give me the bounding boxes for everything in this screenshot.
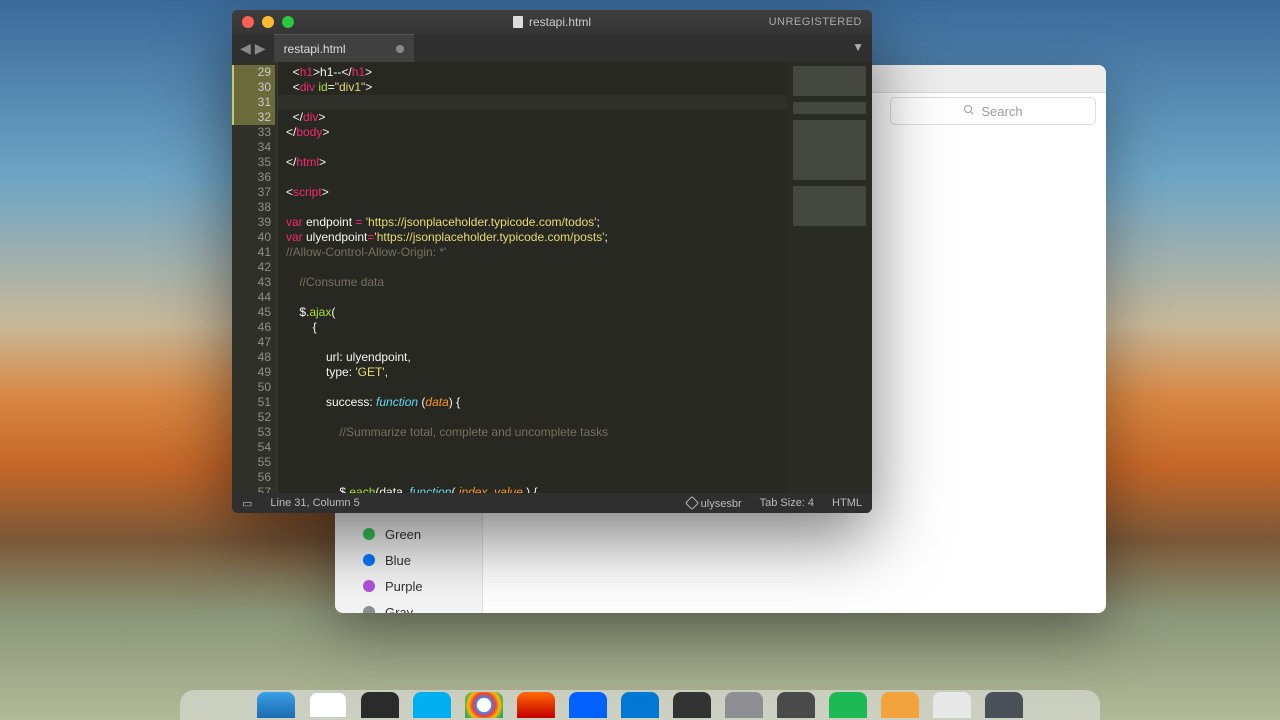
swatch-icon: [363, 580, 375, 592]
unregistered-label: UNREGISTERED: [769, 16, 862, 28]
code-content[interactable]: <h1>h1--</h1> <div id="div1"> </div></bo…: [278, 62, 787, 493]
line-gutter: 2930313233343536373839404142434445464748…: [232, 62, 278, 493]
dock-terminal-icon[interactable]: [361, 692, 399, 718]
dock-app2-icon[interactable]: [621, 692, 659, 718]
maximize-icon[interactable]: [282, 16, 294, 28]
status-branch[interactable]: ulysesbr: [687, 497, 742, 510]
nav-forward-icon[interactable]: ▶: [255, 40, 266, 57]
minimap-region: [793, 186, 866, 226]
sublime-titlebar[interactable]: restapi.html UNREGISTERED: [232, 10, 872, 34]
dock-spotify-icon[interactable]: [829, 692, 867, 718]
dock-trash-icon[interactable]: [985, 692, 1023, 718]
status-position[interactable]: Line 31, Column 5: [270, 497, 359, 509]
tag-label: Green: [385, 527, 421, 542]
dock-finder-icon[interactable]: [257, 692, 295, 718]
status-tabsize[interactable]: Tab Size: 4: [760, 497, 814, 509]
tag-gray[interactable]: Gray: [335, 599, 482, 613]
minimize-icon[interactable]: [262, 16, 274, 28]
nav-arrows: ◀ ▶: [232, 34, 274, 62]
status-bar: ▭ Line 31, Column 5 ulysesbr Tab Size: 4…: [232, 493, 872, 513]
sublime-window: restapi.html UNREGISTERED ◀ ▶ restapi.ht…: [232, 10, 872, 513]
tag-label: Purple: [385, 579, 423, 594]
dock-app4-icon[interactable]: [777, 692, 815, 718]
tab-menu-icon[interactable]: ▼: [852, 40, 864, 54]
dock-skype-icon[interactable]: [413, 692, 451, 718]
close-icon[interactable]: [242, 16, 254, 28]
branch-icon: [685, 495, 699, 509]
minimap-region: [793, 66, 866, 96]
tab-restapi[interactable]: restapi.html: [274, 34, 414, 62]
document-icon: [513, 16, 523, 28]
dock-app3-icon[interactable]: [725, 692, 763, 718]
dock-app-icon[interactable]: [517, 692, 555, 718]
tab-modified-icon: [396, 45, 404, 53]
menu-icon[interactable]: ▭: [242, 497, 252, 510]
minimap-region: [793, 120, 866, 180]
dock-chrome-icon[interactable]: [465, 692, 503, 718]
nav-back-icon[interactable]: ◀: [240, 40, 251, 57]
dock-calendar-icon[interactable]: [309, 692, 347, 718]
swatch-icon: [363, 528, 375, 540]
branch-label: ulysesbr: [701, 498, 742, 510]
finder-search-field[interactable]: Search: [890, 97, 1096, 125]
editor-area[interactable]: 2930313233343536373839404142434445464748…: [232, 62, 872, 493]
tag-label: Blue: [385, 553, 411, 568]
minimap-region: [793, 102, 866, 114]
dock: [180, 690, 1100, 720]
minimap[interactable]: [787, 62, 872, 493]
dock-app6-icon[interactable]: [933, 692, 971, 718]
swatch-icon: [363, 606, 375, 613]
status-syntax[interactable]: HTML: [832, 497, 862, 509]
title-text: restapi.html: [529, 15, 591, 29]
search-icon: [963, 104, 975, 119]
search-placeholder: Search: [981, 104, 1022, 119]
tag-purple[interactable]: Purple: [335, 573, 482, 599]
swatch-icon: [363, 554, 375, 566]
dock-settings-icon[interactable]: [673, 692, 711, 718]
dock-dropbox-icon[interactable]: [569, 692, 607, 718]
tag-blue[interactable]: Blue: [335, 547, 482, 573]
tag-label: Gray: [385, 605, 413, 614]
sublime-tabbar: ◀ ▶ restapi.html ▼: [232, 34, 872, 62]
dock-app5-icon[interactable]: [881, 692, 919, 718]
traffic-lights: [232, 16, 294, 28]
tab-label: restapi.html: [284, 42, 346, 56]
tag-green[interactable]: Green: [335, 521, 482, 547]
